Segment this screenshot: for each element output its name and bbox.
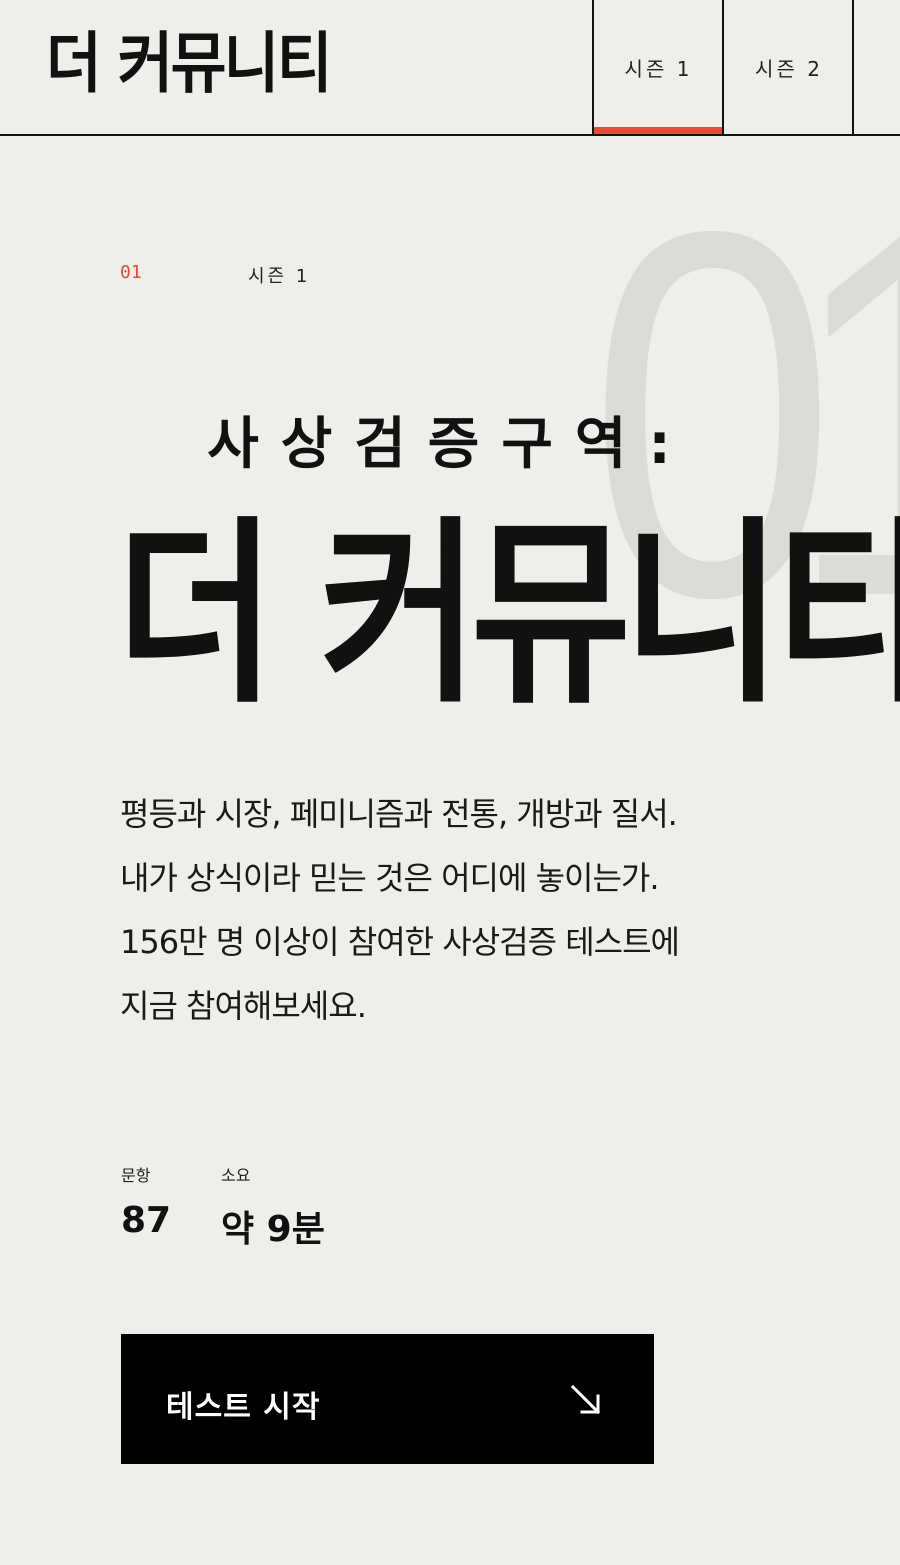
questions-label: 문항 bbox=[121, 1166, 151, 1185]
hero-description: 평등과 시장, 페미니즘과 전통, 개방과 질서. 내가 상식이라 믿는 것은 … bbox=[120, 782, 780, 1038]
tab-season-2[interactable]: 시즌 2 bbox=[722, 0, 854, 134]
logo[interactable]: 더 커뮤니티 bbox=[46, 24, 333, 104]
tab-divider bbox=[852, 0, 854, 134]
questions-value: 87 bbox=[121, 1200, 172, 1241]
start-test-button[interactable]: 테스트 시작 bbox=[121, 1334, 654, 1464]
arrow-down-right-icon bbox=[570, 1384, 601, 1415]
active-tab-indicator bbox=[594, 127, 722, 134]
description-line: 156만 명 이상이 참여한 사상검증 테스트에 bbox=[120, 923, 680, 961]
start-test-label: 테스트 시작 bbox=[166, 1390, 321, 1425]
description-line: 지금 참여해보세요. bbox=[120, 987, 367, 1025]
season-index: 01 bbox=[120, 262, 142, 283]
hero-title: 더 커뮤니티 bbox=[116, 499, 900, 730]
description-line: 내가 상식이라 믿는 것은 어디에 놓이는가. bbox=[120, 859, 660, 897]
duration-label: 소요 bbox=[221, 1166, 251, 1185]
page: 01 더 커뮤니티 시즌 1 시즌 2 01 시즌 1 사상검증구역: 더 커뮤… bbox=[0, 0, 900, 1565]
description-line: 평등과 시장, 페미니즘과 전통, 개방과 질서. bbox=[120, 795, 678, 833]
duration-value: 약 9분 bbox=[221, 1209, 325, 1250]
top-header: 더 커뮤니티 시즌 1 시즌 2 bbox=[0, 0, 900, 136]
season-label: 시즌 1 bbox=[248, 266, 311, 287]
tab-season-1[interactable]: 시즌 1 bbox=[592, 0, 723, 134]
hero-subtitle: 사상검증구역: bbox=[207, 412, 693, 477]
